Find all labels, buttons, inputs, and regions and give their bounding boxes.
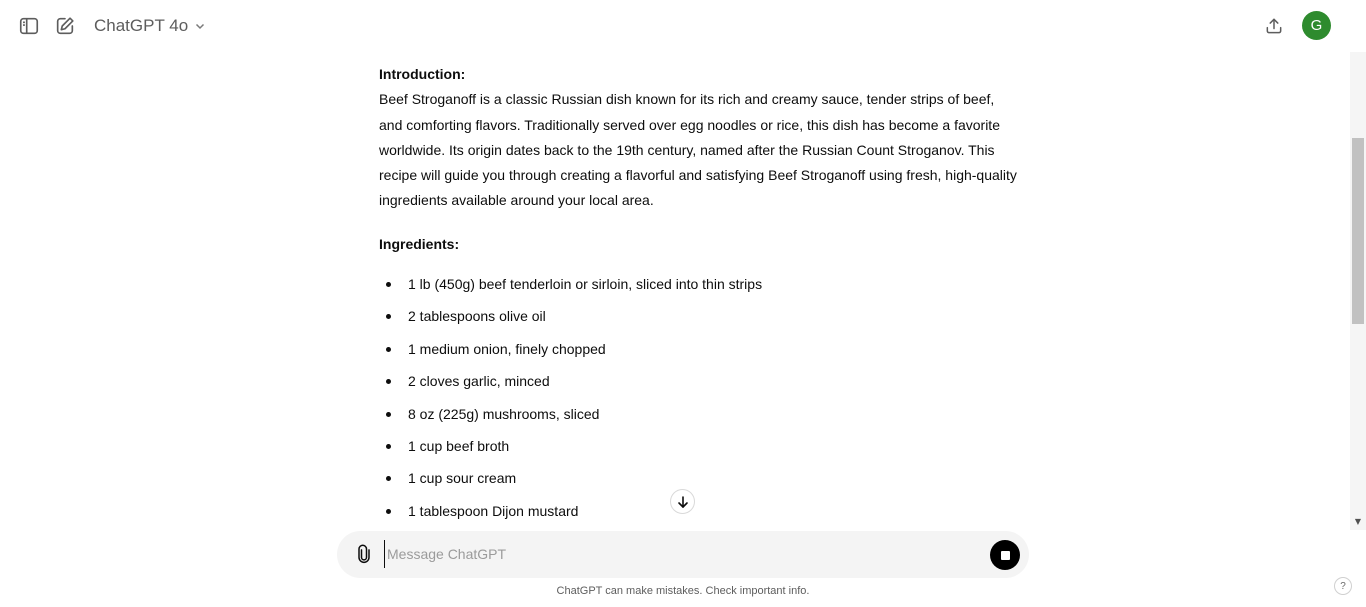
bullet — [386, 508, 391, 514]
bullet — [386, 444, 391, 450]
chatgpt-app: ChatGPT 4o G Introduction: Beef Strogano… — [0, 0, 1366, 607]
top-bar: ChatGPT 4o G — [0, 0, 1366, 52]
intro-paragraph: Beef Stroganoff is a classic Russian dis… — [379, 91, 1017, 209]
intro-title: Introduction: — [379, 66, 466, 82]
assistant-message: Introduction: Beef Stroganoff is a class… — [379, 62, 1019, 530]
bullet — [386, 379, 391, 385]
chevron-down-icon — [196, 23, 205, 30]
disclaimer-text: ChatGPT can make mistakes. Check importa… — [556, 585, 810, 597]
sidebar-toggle-icon — [19, 17, 39, 35]
model-selector[interactable]: ChatGPT 4o — [86, 10, 214, 42]
attach-button[interactable] — [347, 537, 381, 571]
scroll-to-bottom-button[interactable] — [670, 489, 695, 514]
ingredients-list: 1 lb (450g) beef tenderloin or sirloin, … — [379, 274, 1019, 530]
ingredient-text: 1 tablespoon Dijon mustard — [408, 502, 579, 519]
ingredients-title: Ingredients: — [379, 235, 460, 252]
sidebar-toggle-button[interactable] — [11, 8, 47, 44]
scrollbar[interactable]: ▲ ▼ — [1350, 0, 1366, 530]
bullet — [386, 476, 391, 482]
stop-icon — [1000, 550, 1010, 560]
new-chat-button[interactable] — [47, 8, 83, 44]
ingredient-text: 1 cup sour cream — [408, 470, 517, 487]
bullet — [386, 346, 391, 352]
ingredient-text: 2 cloves garlic, minced — [408, 373, 550, 390]
scroll-thumb[interactable] — [1352, 138, 1364, 324]
share-upload-icon — [1266, 18, 1282, 34]
composer — [337, 531, 1029, 578]
share-button[interactable] — [1256, 8, 1292, 44]
list-item: 2 cloves garlic, minced — [379, 371, 1019, 403]
model-name: ChatGPT 4o — [94, 16, 189, 35]
list-item: 1 medium onion, finely chopped — [379, 339, 1019, 371]
paperclip-icon — [358, 544, 370, 564]
avatar[interactable]: G — [1302, 11, 1331, 40]
ingredient-text: 8 oz (225g) mushrooms, sliced — [408, 405, 600, 422]
list-item: 1 cup beef broth — [379, 436, 1019, 468]
scroll-down-arrow-icon[interactable]: ▼ — [1353, 516, 1363, 526]
help-button[interactable]: ? — [1334, 577, 1352, 595]
bullet — [386, 282, 391, 288]
ingredient-text: 1 medium onion, finely chopped — [408, 340, 606, 357]
bullet — [386, 411, 391, 417]
bullet — [386, 314, 391, 320]
conversation-area: Introduction: Beef Stroganoff is a class… — [0, 52, 1350, 530]
ingredient-text: 1 cup beef broth — [408, 438, 510, 455]
arrow-down-icon — [677, 495, 688, 508]
list-item: 1 tablespoon Dijon mustard — [379, 501, 1019, 530]
compose-icon — [56, 17, 74, 35]
ingredient-text: 1 lb (450g) beef tenderloin or sirloin, … — [408, 276, 763, 293]
list-item: 1 lb (450g) beef tenderloin or sirloin, … — [379, 274, 1019, 306]
message-input[interactable] — [384, 540, 974, 568]
stop-generating-button[interactable] — [990, 540, 1020, 570]
list-item: 1 cup sour cream — [379, 468, 1019, 500]
ingredient-text: 2 tablespoons olive oil — [408, 308, 546, 325]
list-item: 2 tablespoons olive oil — [379, 306, 1019, 338]
list-item: 8 oz (225g) mushrooms, sliced — [379, 404, 1019, 436]
